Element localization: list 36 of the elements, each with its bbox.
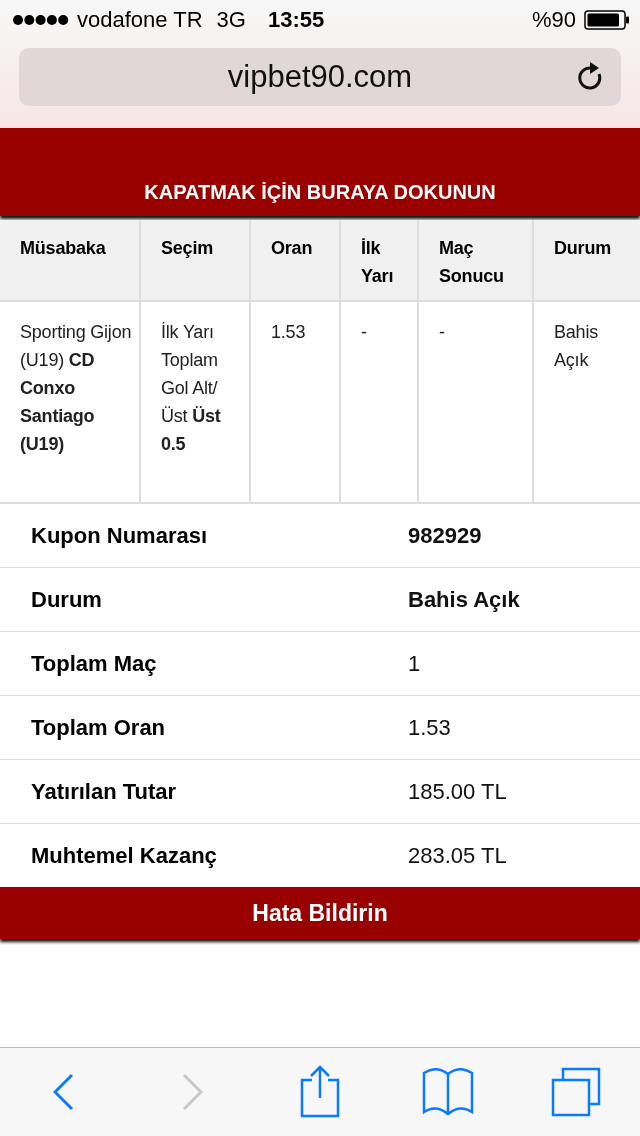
close-banner[interactable]: KAPATMAK İÇİN BURAYA DOKUNUN: [0, 128, 640, 216]
summary-label: Durum: [30, 586, 103, 613]
summary-label: Kupon Numarası: [30, 522, 209, 549]
column-header: Müsabaka: [0, 220, 140, 301]
summary-value: 185.00 TL: [408, 778, 507, 805]
summary-value: 283.05 TL: [408, 842, 507, 869]
table-cell: 1.53: [250, 301, 340, 503]
battery-icon: [584, 10, 630, 30]
back-icon[interactable]: [53, 1073, 75, 1111]
column-header: Durum: [533, 220, 640, 301]
column-header: Seçim: [140, 220, 250, 301]
table-cell: Sporting Gijon (U19) CD Conxo Santiago (U19): [0, 301, 140, 503]
signal-icon: [12, 14, 69, 26]
summary-label: Toplam Oran: [30, 714, 167, 741]
summary-label: Yatırılan Tutar: [30, 778, 178, 805]
table-cell: -: [418, 301, 533, 503]
book-icon[interactable]: [422, 1068, 474, 1116]
battery-percent: %90: [531, 7, 576, 33]
share-icon[interactable]: [300, 1065, 340, 1119]
table-cell: -: [340, 301, 418, 503]
network-type: 3G: [216, 7, 246, 33]
summary-value: Bahis Açık: [408, 586, 520, 613]
address-bar[interactable]: vipbet90.com: [19, 48, 621, 106]
column-header: Maç Sonucu: [418, 220, 533, 301]
table-cell: İlk Yarı Toplam Gol Alt/Üst Üst 0.5: [140, 301, 250, 503]
summary-label: Toplam Maç: [30, 650, 158, 677]
summary-value: 1.53: [408, 714, 451, 741]
summary-value: 982929: [408, 522, 482, 549]
summary-label: Muhtemel Kazanç: [30, 842, 218, 869]
clock-time: 13:55: [267, 7, 325, 33]
summary-value: 1: [408, 650, 421, 677]
tabs-icon[interactable]: [551, 1067, 601, 1117]
carrier-name: vodafone TR: [77, 7, 203, 33]
report-error-button[interactable]: Hata Bildirin: [0, 887, 640, 939]
column-header: İlk Yarı: [340, 220, 418, 301]
column-header: Oran: [250, 220, 340, 301]
